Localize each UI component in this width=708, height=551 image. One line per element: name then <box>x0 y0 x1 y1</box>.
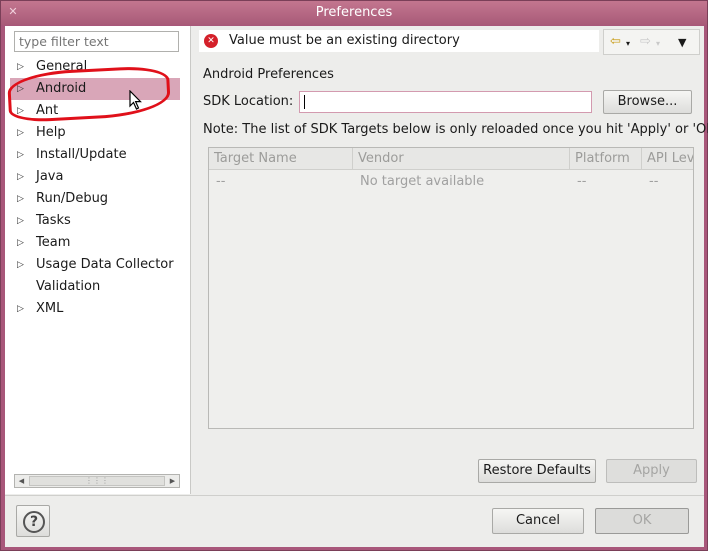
horizontal-scrollbar[interactable]: ◀ ⋮⋮⋮ ▶ <box>14 474 180 488</box>
mouse-cursor-icon <box>129 90 142 110</box>
expand-arrow-icon[interactable]: ▷ <box>17 298 24 320</box>
tree-item-label: Run/Debug <box>36 191 109 206</box>
error-message: Value must be an existing directory <box>229 33 460 48</box>
browse-button-label: Browse... <box>617 94 678 109</box>
scrollbar-thumb[interactable]: ⋮⋮⋮ <box>29 476 165 486</box>
cell-vendor: No target available <box>360 174 485 189</box>
forward-dropdown-icon[interactable]: ▾ <box>656 35 660 53</box>
back-dropdown-icon[interactable]: ▾ <box>626 35 630 53</box>
browse-button[interactable]: Browse... <box>603 90 692 114</box>
tree-item-tasks[interactable]: ▷ Tasks <box>5 210 190 232</box>
scroll-right-icon[interactable]: ▶ <box>166 475 179 487</box>
expand-arrow-icon[interactable]: ▷ <box>17 144 24 166</box>
back-arrow-icon[interactable]: ⇦ <box>610 33 621 51</box>
column-header-target-name[interactable]: Target Name <box>209 148 353 170</box>
help-icon: ? <box>23 511 45 533</box>
message-area: ✕ Value must be an existing directory <box>199 30 599 52</box>
apply-button[interactable]: Apply <box>606 459 697 483</box>
table-header: Target Name Vendor Platform API Lev <box>209 148 693 170</box>
tree-item-run-debug[interactable]: ▷ Run/Debug <box>5 188 190 210</box>
sdk-location-input[interactable] <box>299 91 592 113</box>
window-title: Preferences <box>315 5 393 20</box>
restore-defaults-label: Restore Defaults <box>483 463 591 478</box>
tree-item-validation[interactable]: Validation <box>5 276 190 298</box>
scroll-left-icon[interactable]: ◀ <box>15 475 28 487</box>
tree-item-label: Validation <box>36 279 101 294</box>
history-navigation: ⇦ ▾ ⇨ ▾ ▼ <box>603 29 700 55</box>
dialog-client-area: ▷General ▷Android ▷Ant ▷Help ▷Install/Up… <box>5 26 708 547</box>
tree-item-usage-data-collector[interactable]: ▷ Usage Data Collector <box>5 254 190 276</box>
text-caret <box>304 95 305 109</box>
title-bar[interactable]: ✕ Preferences <box>1 1 707 25</box>
forward-arrow-icon[interactable]: ⇨ <box>640 33 651 51</box>
page-title: Android Preferences <box>203 67 334 82</box>
view-menu-icon[interactable]: ▼ <box>678 34 686 52</box>
table-row[interactable]: -- No target available -- -- <box>209 171 693 193</box>
tree-item-label: Java <box>36 169 64 184</box>
cell-platform: -- <box>577 174 587 189</box>
tree-item-label: Team <box>36 235 71 250</box>
tree-item-team[interactable]: ▷ Team <box>5 232 190 254</box>
window-close-icon[interactable]: ✕ <box>7 6 19 18</box>
tree-item-label: XML <box>36 301 64 316</box>
sdk-targets-table[interactable]: Target Name Vendor Platform API Lev -- N… <box>208 147 694 429</box>
tree-item-label: Help <box>36 125 66 140</box>
column-header-vendor[interactable]: Vendor <box>353 148 570 170</box>
error-icon: ✕ <box>204 34 218 48</box>
cancel-label: Cancel <box>515 513 561 528</box>
help-button[interactable]: ? <box>16 505 50 537</box>
column-header-platform[interactable]: Platform <box>570 148 642 170</box>
preferences-window: ✕ Preferences ▷General ▷Android ▷Ant ▷He… <box>0 0 708 551</box>
expand-arrow-icon[interactable]: ▷ <box>17 122 24 144</box>
apply-label: Apply <box>633 463 670 478</box>
tree-item-label: Install/Update <box>36 147 127 162</box>
cell-target-name: -- <box>216 174 226 189</box>
cancel-button[interactable]: Cancel <box>492 508 584 534</box>
expand-arrow-icon[interactable]: ▷ <box>17 56 24 78</box>
tree-item-java[interactable]: ▷ Java <box>5 166 190 188</box>
sdk-note: Note: The list of SDK Targets below is o… <box>203 122 708 137</box>
expand-arrow-icon[interactable]: ▷ <box>17 166 24 188</box>
restore-defaults-button[interactable]: Restore Defaults <box>478 459 596 483</box>
sdk-location-label: SDK Location: <box>203 94 294 109</box>
column-header-api-level[interactable]: API Lev <box>642 148 693 170</box>
dialog-button-bar: ? Cancel OK <box>5 495 704 547</box>
expand-arrow-icon[interactable]: ▷ <box>17 254 24 276</box>
preference-page: ✕ Value must be an existing directory ⇦ … <box>192 26 708 494</box>
expand-arrow-icon[interactable]: ▷ <box>17 232 24 254</box>
ok-button[interactable]: OK <box>595 508 689 534</box>
tree-item-label: Tasks <box>36 213 71 228</box>
expand-arrow-icon[interactable]: ▷ <box>17 210 24 232</box>
ok-label: OK <box>632 513 652 528</box>
tree-item-xml[interactable]: ▷ XML <box>5 298 190 320</box>
tree-item-label: Usage Data Collector <box>36 257 174 272</box>
cell-api-level: -- <box>649 174 659 189</box>
expand-arrow-icon[interactable]: ▷ <box>17 188 24 210</box>
tree-item-install-update[interactable]: ▷ Install/Update <box>5 144 190 166</box>
tree-item-help[interactable]: ▷ Help <box>5 122 190 144</box>
preference-navigation-pane: ▷General ▷Android ▷Ant ▷Help ▷Install/Up… <box>5 26 191 494</box>
filter-input[interactable] <box>14 31 179 52</box>
